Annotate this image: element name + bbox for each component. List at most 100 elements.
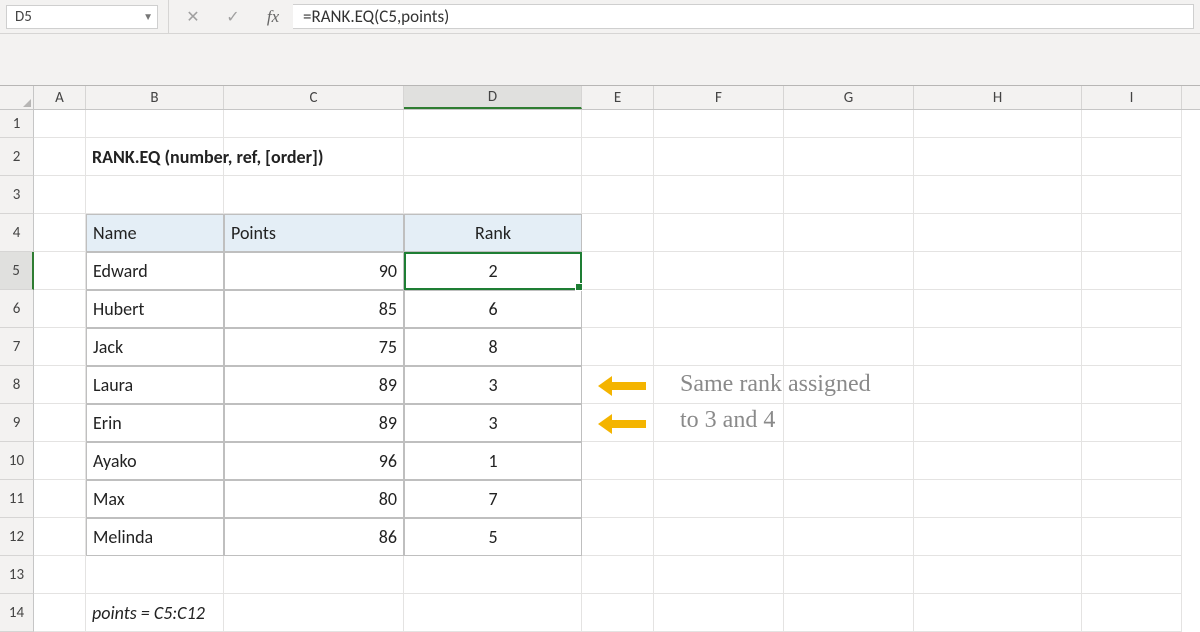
cell-B9[interactable]: Erin <box>86 404 224 442</box>
col-header-B[interactable]: B <box>86 86 224 109</box>
cell-E2[interactable] <box>582 138 654 176</box>
cell-C9[interactable]: 89 <box>224 404 404 442</box>
cell-G10[interactable] <box>784 442 914 480</box>
cell-F11[interactable] <box>654 480 784 518</box>
cell-F6[interactable] <box>654 290 784 328</box>
cell-C14[interactable] <box>224 594 404 632</box>
cell-D13[interactable] <box>404 556 582 594</box>
cell-D14[interactable] <box>404 594 582 632</box>
cell-H7[interactable] <box>914 328 1082 366</box>
cell-I14[interactable] <box>1082 594 1182 632</box>
cell-H5[interactable] <box>914 252 1082 290</box>
cell-I3[interactable] <box>1082 176 1182 214</box>
cell-I6[interactable] <box>1082 290 1182 328</box>
cell-E10[interactable] <box>582 442 654 480</box>
cell-B12[interactable]: Melinda <box>86 518 224 556</box>
formula-input[interactable]: =RANK.EQ(C5,points) <box>293 4 1194 29</box>
cell-C8[interactable]: 89 <box>224 366 404 404</box>
col-header-D[interactable]: D <box>404 86 582 109</box>
cell-G7[interactable] <box>784 328 914 366</box>
cell-H11[interactable] <box>914 480 1082 518</box>
cell-F1[interactable] <box>654 110 784 138</box>
cell-G5[interactable] <box>784 252 914 290</box>
col-header-A[interactable]: A <box>34 86 86 109</box>
cell-H9[interactable] <box>914 404 1082 442</box>
cell-E5[interactable] <box>582 252 654 290</box>
cell-G11[interactable] <box>784 480 914 518</box>
cell-B8[interactable]: Laura <box>86 366 224 404</box>
col-header-G[interactable]: G <box>784 86 914 109</box>
cell-A1[interactable] <box>34 110 86 138</box>
row-header-1[interactable]: 1 <box>0 110 34 138</box>
cell-A12[interactable] <box>34 518 86 556</box>
col-header-I[interactable]: I <box>1082 86 1182 109</box>
cell-H10[interactable] <box>914 442 1082 480</box>
cell-I8[interactable] <box>1082 366 1182 404</box>
cell-E1[interactable] <box>582 110 654 138</box>
cell-C13[interactable] <box>224 556 404 594</box>
cell-C4[interactable]: Points <box>224 214 404 252</box>
cell-G4[interactable] <box>784 214 914 252</box>
row-header-14[interactable]: 14 <box>0 594 34 632</box>
enter-icon[interactable]: ✓ <box>213 0 253 33</box>
cell-E12[interactable] <box>582 518 654 556</box>
cell-E13[interactable] <box>582 556 654 594</box>
cell-B13[interactable] <box>86 556 224 594</box>
cell-F13[interactable] <box>654 556 784 594</box>
cell-B7[interactable]: Jack <box>86 328 224 366</box>
cell-H3[interactable] <box>914 176 1082 214</box>
cell-A7[interactable] <box>34 328 86 366</box>
col-header-H[interactable]: H <box>914 86 1082 109</box>
cell-I9[interactable] <box>1082 404 1182 442</box>
cell-E3[interactable] <box>582 176 654 214</box>
cell-A2[interactable] <box>34 138 86 176</box>
cell-B3[interactable] <box>86 176 224 214</box>
cell-A4[interactable] <box>34 214 86 252</box>
cell-A8[interactable] <box>34 366 86 404</box>
cell-H12[interactable] <box>914 518 1082 556</box>
cell-E6[interactable] <box>582 290 654 328</box>
cell-C1[interactable] <box>224 110 404 138</box>
cell-I7[interactable] <box>1082 328 1182 366</box>
row-header-9[interactable]: 9 <box>0 404 34 442</box>
cell-A13[interactable] <box>34 556 86 594</box>
cell-I5[interactable] <box>1082 252 1182 290</box>
cell-G13[interactable] <box>784 556 914 594</box>
cell-D6[interactable]: 6 <box>404 290 582 328</box>
cell-A3[interactable] <box>34 176 86 214</box>
cell-D7[interactable]: 8 <box>404 328 582 366</box>
chevron-down-icon[interactable]: ▼ <box>143 10 153 23</box>
cell-H6[interactable] <box>914 290 1082 328</box>
cell-E7[interactable] <box>582 328 654 366</box>
cell-C3[interactable] <box>224 176 404 214</box>
cell-A11[interactable] <box>34 480 86 518</box>
row-header-5[interactable]: 5 <box>0 252 34 290</box>
cell-D9[interactable]: 3 <box>404 404 582 442</box>
select-all-corner[interactable] <box>0 86 34 109</box>
cell-C6[interactable]: 85 <box>224 290 404 328</box>
cell-D12[interactable]: 5 <box>404 518 582 556</box>
cell-D8[interactable]: 3 <box>404 366 582 404</box>
row-header-10[interactable]: 10 <box>0 442 34 480</box>
cell-G1[interactable] <box>784 110 914 138</box>
cell-F10[interactable] <box>654 442 784 480</box>
cell-H1[interactable] <box>914 110 1082 138</box>
col-header-E[interactable]: E <box>582 86 654 109</box>
row-header-12[interactable]: 12 <box>0 518 34 556</box>
name-box[interactable]: D5 ▼ <box>6 5 158 29</box>
cell-E14[interactable] <box>582 594 654 632</box>
cell-G12[interactable] <box>784 518 914 556</box>
cell-C5[interactable]: 90 <box>224 252 404 290</box>
cell-I4[interactable] <box>1082 214 1182 252</box>
row-header-3[interactable]: 3 <box>0 176 34 214</box>
cell-B5[interactable]: Edward <box>86 252 224 290</box>
cell-D2[interactable] <box>404 138 582 176</box>
cell-H8[interactable] <box>914 366 1082 404</box>
row-header-11[interactable]: 11 <box>0 480 34 518</box>
cancel-icon[interactable]: ✕ <box>173 0 213 33</box>
cell-B4[interactable]: Name <box>86 214 224 252</box>
cell-I10[interactable] <box>1082 442 1182 480</box>
row-header-2[interactable]: 2 <box>0 138 34 176</box>
cell-H14[interactable] <box>914 594 1082 632</box>
cell-F14[interactable] <box>654 594 784 632</box>
